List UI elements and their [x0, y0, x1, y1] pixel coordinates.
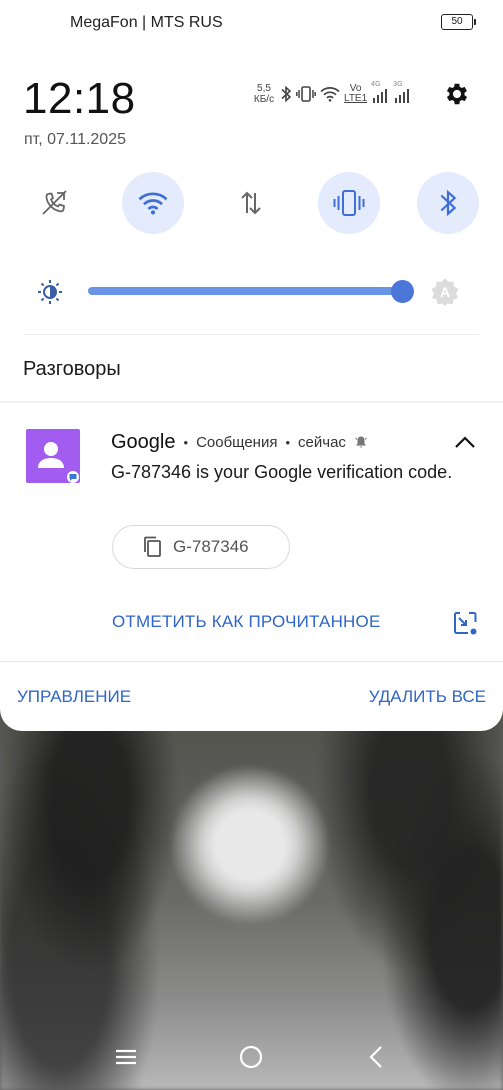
- date[interactable]: пт, 07.11.2025: [24, 131, 126, 149]
- mobile-data-tile[interactable]: [220, 172, 282, 234]
- brightness-control: A: [0, 272, 503, 312]
- signal-sim2-icon: 3G: [393, 81, 411, 104]
- section-separator: [0, 401, 503, 403]
- bluetooth-status-icon: [280, 85, 292, 103]
- system-icons: Vo LTE1 4G 3G: [280, 81, 411, 106]
- notification-channel: Сообщения: [196, 433, 278, 451]
- quick-settings-row: [0, 172, 503, 234]
- vibrate-status-icon: [296, 85, 316, 103]
- network-speed-value: 5,5: [257, 83, 271, 94]
- menu-icon[interactable]: [113, 1044, 139, 1070]
- mobile-data-arrows-icon: [241, 191, 261, 215]
- wifi-status-icon: [320, 86, 340, 102]
- brightness-slider[interactable]: [88, 280, 415, 303]
- sim2-network-type: 3G: [393, 81, 403, 88]
- bluetooth-icon: [440, 189, 457, 217]
- home-circle-icon[interactable]: [238, 1044, 264, 1070]
- picture-in-picture-icon[interactable]: [452, 610, 478, 636]
- vibrate-icon: [333, 190, 365, 216]
- alert-bell-icon: [355, 436, 367, 448]
- collapse-chevron-icon[interactable]: [453, 433, 477, 453]
- navigation-bar: [0, 1030, 503, 1080]
- back-arrow-icon[interactable]: [364, 1044, 390, 1070]
- brightness-slider-fill: [88, 287, 400, 295]
- notification-app-name: Google: [111, 430, 176, 453]
- separator-dot: •: [285, 434, 291, 450]
- wifi-icon: [138, 192, 168, 215]
- separator-dot: •: [183, 434, 189, 450]
- brightness-slider-thumb[interactable]: [391, 280, 415, 303]
- manage-notifications-button[interactable]: УПРАВЛЕНИЕ: [17, 687, 131, 707]
- clock[interactable]: 12:18: [23, 74, 136, 124]
- settings-gear-icon[interactable]: [443, 80, 471, 108]
- sim1-network-type: 4G: [371, 81, 381, 88]
- copy-code-label: G-787346: [173, 537, 249, 556]
- divider: [24, 334, 479, 335]
- copy-code-button[interactable]: G-787346: [112, 525, 290, 569]
- notification-shade: MegaFon | MTS RUS 50 12:18 пт, 07.11.202…: [0, 0, 503, 731]
- footer-separator: [0, 661, 503, 662]
- call-forward-tile[interactable]: [24, 172, 86, 234]
- status-bar: MegaFon | MTS RUS 50: [0, 0, 503, 46]
- signal-sim1-icon: 4G: [371, 81, 389, 104]
- notification-header[interactable]: Google • Сообщения • сейчас: [111, 430, 368, 454]
- carrier-name: MegaFon | MTS RUS: [70, 14, 223, 31]
- wifi-tile[interactable]: [122, 172, 184, 234]
- network-speed-unit: КБ/с: [253, 94, 275, 105]
- messages-app-icon[interactable]: [26, 429, 80, 483]
- volte-indicator: Vo LTE1: [344, 84, 367, 104]
- copy-icon: [144, 536, 161, 557]
- network-speed: 5,5 КБ/с: [251, 83, 277, 105]
- bluetooth-tile[interactable]: [417, 172, 479, 234]
- notification-message: G-787346 is your Google verification cod…: [111, 462, 453, 482]
- auto-brightness-label: A: [439, 284, 451, 300]
- notification-time: сейчас: [298, 433, 346, 451]
- mark-as-read-button[interactable]: ОТМЕТИТЬ КАК ПРОЧИТАННОЕ: [112, 612, 381, 632]
- auto-brightness-button[interactable]: A: [430, 277, 460, 307]
- volte-bottom-label: LTE1: [344, 93, 368, 104]
- contact-person-icon: [38, 442, 79, 483]
- battery-icon: 50: [441, 14, 476, 30]
- call-forward-icon: [42, 190, 67, 215]
- conversations-section-title: Разговоры: [23, 358, 121, 380]
- clear-all-button[interactable]: УДАЛИТЬ ВСЕ: [369, 687, 486, 707]
- brightness-sun-icon: [38, 280, 62, 304]
- vibrate-tile[interactable]: [318, 172, 380, 234]
